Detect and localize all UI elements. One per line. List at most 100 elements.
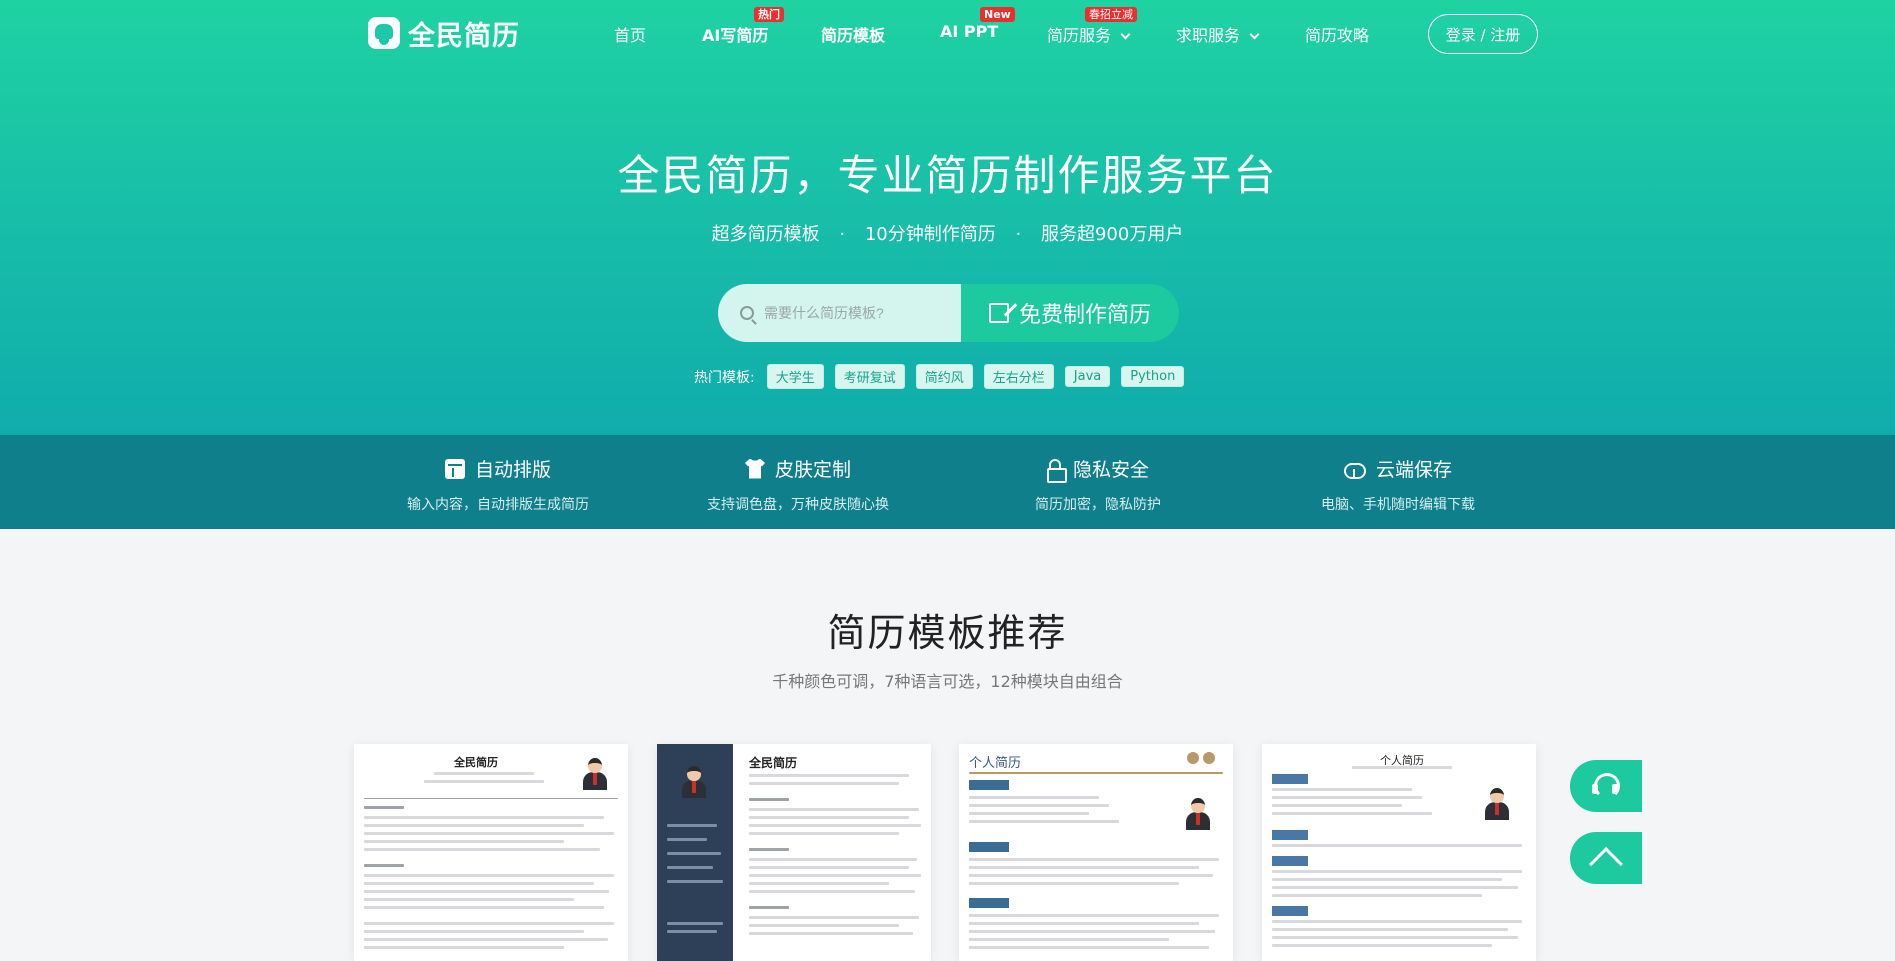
nav-ai-ppt-label: AI PPT <box>940 22 999 41</box>
hero-sub-users: 服务超900万用户 <box>1040 224 1184 245</box>
text-line <box>364 930 584 933</box>
section-bar <box>969 780 1009 790</box>
text-line <box>749 832 899 835</box>
feature-title: 自动排版 <box>378 455 618 482</box>
section-bar <box>1272 906 1308 916</box>
text-line <box>1272 804 1402 807</box>
mail-icon <box>1203 752 1215 764</box>
separator-dot: · <box>839 224 846 245</box>
text-line <box>969 882 1179 885</box>
text-line <box>667 922 723 925</box>
feature-title-text: 隐私安全 <box>1072 459 1149 481</box>
nav-home-label: 首页 <box>614 26 647 45</box>
text-line <box>667 866 713 869</box>
hot-tag[interactable]: Python <box>1121 366 1185 387</box>
text-line <box>969 858 1219 861</box>
text-line <box>364 832 614 835</box>
section-bar <box>969 842 1009 852</box>
hot-tag[interactable]: 考研复试 <box>834 364 905 389</box>
text-line <box>749 906 789 909</box>
nav-templates[interactable]: 简历模板 <box>821 22 885 46</box>
logo-text: 全民简历 <box>408 20 520 52</box>
feature-title-text: 云端保存 <box>1375 459 1452 481</box>
nav-ai-ppt[interactable]: New AI PPT <box>940 7 1015 41</box>
back-to-top-button[interactable] <box>1570 832 1642 884</box>
nav-ai-resume[interactable]: 热门 AI写简历 <box>702 7 784 46</box>
template-card[interactable]: 全民简历 <box>657 744 931 961</box>
text-line <box>969 930 1215 933</box>
nav-resume-service[interactable]: 春招立减 简历服务 <box>1047 7 1137 46</box>
text-line <box>1272 796 1422 799</box>
text-line <box>749 774 909 777</box>
feature-privacy: 隐私安全 简历加密，隐私防护 <box>978 435 1218 514</box>
hot-tag[interactable]: 大学生 <box>766 364 824 389</box>
customer-service-button[interactable] <box>1570 760 1642 812</box>
hot-templates: 热门模板: 大学生 考研复试 简约风 左右分栏 Java Python <box>694 364 1195 389</box>
create-resume-button[interactable]: 免费制作简历 <box>961 284 1179 342</box>
text-line <box>1272 844 1522 847</box>
divider <box>364 798 618 799</box>
section-title: 简历模板推荐 <box>827 611 1068 655</box>
nav-job-service[interactable]: 求职服务 <box>1176 22 1260 46</box>
text-line <box>969 938 1169 941</box>
hot-tag[interactable]: 左右分栏 <box>983 364 1054 389</box>
text-line <box>1272 870 1522 873</box>
text-line <box>1272 936 1518 939</box>
text-line <box>749 808 919 811</box>
search-box <box>718 284 961 342</box>
nav-guides[interactable]: 简历攻略 <box>1305 22 1369 46</box>
avatar <box>582 756 608 790</box>
template-heading: 全民简历 <box>749 756 798 770</box>
text-line <box>969 922 1199 925</box>
cloud-icon <box>1343 459 1366 479</box>
template-card[interactable]: 个人简历 <box>959 744 1233 961</box>
create-resume-label: 免费制作简历 <box>1018 303 1151 328</box>
text-line <box>1272 886 1518 889</box>
hot-tag[interactable]: 简约风 <box>915 364 973 389</box>
text-line <box>364 874 614 877</box>
nav-home[interactable]: 首页 <box>614 22 646 46</box>
text-line <box>364 898 574 901</box>
feature-skin-custom: 皮肤定制 支持调色盘，万种皮肤随心换 <box>678 435 918 514</box>
hot-badge: 热门 <box>754 7 784 22</box>
text-line <box>364 816 604 819</box>
text-line <box>749 924 899 927</box>
divider <box>969 772 1223 774</box>
site-logo[interactable]: 全民简历 <box>368 16 520 52</box>
headset-icon <box>1592 773 1620 799</box>
text-line <box>364 938 608 941</box>
shirt-icon <box>744 458 765 479</box>
hot-tag[interactable]: Java <box>1064 366 1111 387</box>
text-line <box>364 882 594 885</box>
text-line <box>424 780 544 783</box>
chevron-down-icon <box>1249 29 1260 40</box>
text-line <box>364 890 609 893</box>
feature-cloud-save: 云端保存 电脑、手机随时编辑下载 <box>1278 435 1518 514</box>
template-card[interactable]: 个人简历 <box>1262 744 1536 961</box>
feature-desc: 电脑、手机随时编辑下载 <box>1321 497 1475 513</box>
template-search-input[interactable] <box>764 305 944 321</box>
text-line <box>749 866 909 869</box>
text-line <box>364 806 404 809</box>
text-line <box>667 852 721 855</box>
text-line <box>969 874 1213 877</box>
feature-strip: 自动排版 输入内容，自动排版生成简历 皮肤定制 支持调色盘，万种皮肤随心换 隐私… <box>0 435 1895 529</box>
spring-promo-badge: 春招立减 <box>1085 7 1137 22</box>
feature-desc: 支持调色盘，万种皮肤随心换 <box>707 497 889 513</box>
text-line <box>364 840 564 843</box>
hot-templates-label: 热门模板: <box>694 369 755 386</box>
login-register-button[interactable]: 登录 / 注册 <box>1428 14 1538 54</box>
template-card[interactable]: 全民简历 <box>354 744 628 961</box>
text-line <box>1272 894 1482 897</box>
avatar <box>1484 786 1510 820</box>
text-line <box>969 796 1099 799</box>
text-line <box>749 816 909 819</box>
avatar <box>1185 796 1211 830</box>
hero-title: 全民简历，专业简历制作服务平台 <box>617 151 1278 200</box>
text-line <box>969 812 1089 815</box>
feature-title-text: 皮肤定制 <box>774 459 851 481</box>
section-bar <box>969 898 1009 908</box>
section-bar <box>1272 830 1308 840</box>
text-line <box>1352 766 1452 769</box>
text-line <box>749 874 921 877</box>
